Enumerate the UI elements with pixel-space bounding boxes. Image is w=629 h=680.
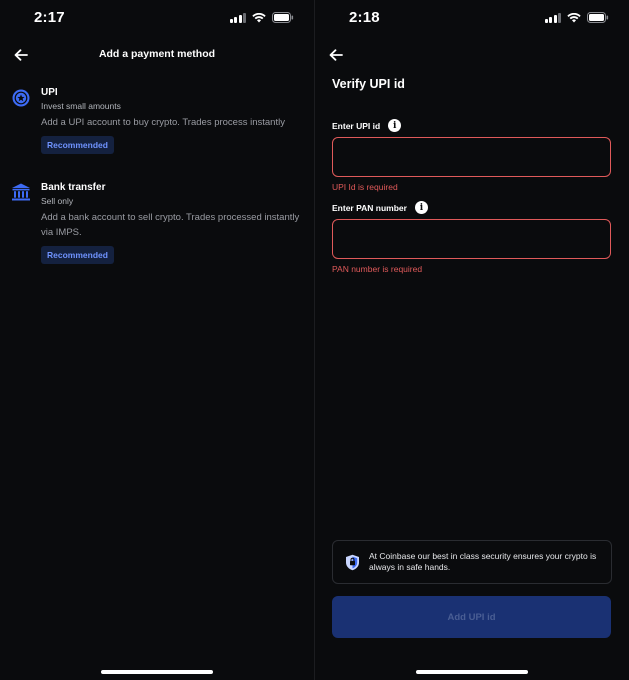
status-time: 2:17	[34, 9, 65, 26]
status-time: 2:18	[349, 9, 380, 26]
shield-icon	[346, 554, 359, 570]
upi-id-input[interactable]	[332, 137, 611, 177]
arrow-left-icon	[329, 49, 343, 61]
info-icon[interactable]: i	[414, 201, 428, 214]
cellular-signal-icon	[229, 12, 246, 23]
add-payment-method-screen: 2:17 Add a payment method UPI Invest sma…	[0, 0, 314, 680]
recommended-badge: Recommended	[41, 246, 114, 264]
info-icon[interactable]: i	[388, 119, 402, 132]
back-button[interactable]	[324, 44, 348, 66]
field-label-text: Enter UPI id	[332, 120, 381, 131]
upi-star-icon	[11, 88, 31, 108]
recommended-badge: Recommended	[41, 136, 114, 154]
field-label-text: Enter PAN number	[332, 202, 407, 213]
payment-method-title: Bank transfer	[41, 182, 106, 193]
wifi-icon	[567, 12, 581, 23]
cellular-signal-icon	[544, 12, 561, 23]
status-icons	[544, 12, 610, 23]
payment-method-description: Add a UPI account to buy crypto. Trades …	[41, 117, 285, 128]
home-indicator	[416, 670, 528, 674]
payment-method-bank-transfer[interactable]: Bank transfer Sell only Add a bank accou…	[0, 181, 314, 265]
pan-number-input[interactable]	[332, 219, 611, 259]
payment-method-upi[interactable]: UPI Invest small amounts Add a UPI accou…	[0, 86, 314, 156]
battery-icon	[272, 12, 294, 23]
upi-id-label: Enter UPI id i	[332, 119, 402, 132]
home-indicator	[101, 670, 213, 674]
battery-icon	[587, 12, 609, 23]
payment-method-title: UPI	[41, 87, 58, 98]
payment-method-subtitle: Sell only	[41, 196, 74, 206]
security-note: At Coinbase our best in class security e…	[332, 540, 612, 584]
security-note-text: At Coinbase our best in class security e…	[369, 551, 597, 572]
add-upi-id-button[interactable]: Add UPI id	[332, 596, 611, 638]
status-icons	[229, 12, 295, 23]
pan-number-error: PAN number is required	[332, 264, 423, 274]
page-title: Add a payment method	[98, 48, 216, 60]
wifi-icon	[252, 12, 266, 23]
upi-id-error: UPI Id is required	[332, 182, 398, 192]
payment-method-description: Add a bank account to sell crypto. Trade…	[41, 212, 300, 238]
page-title: Verify UPI id	[332, 77, 405, 91]
payment-method-subtitle: Invest small amounts	[41, 101, 121, 111]
verify-upi-screen: 2:18 Verify UPI id Enter UPI id i UPI Id…	[315, 0, 629, 680]
bank-icon	[11, 182, 31, 202]
pan-number-label: Enter PAN number i	[332, 201, 428, 214]
